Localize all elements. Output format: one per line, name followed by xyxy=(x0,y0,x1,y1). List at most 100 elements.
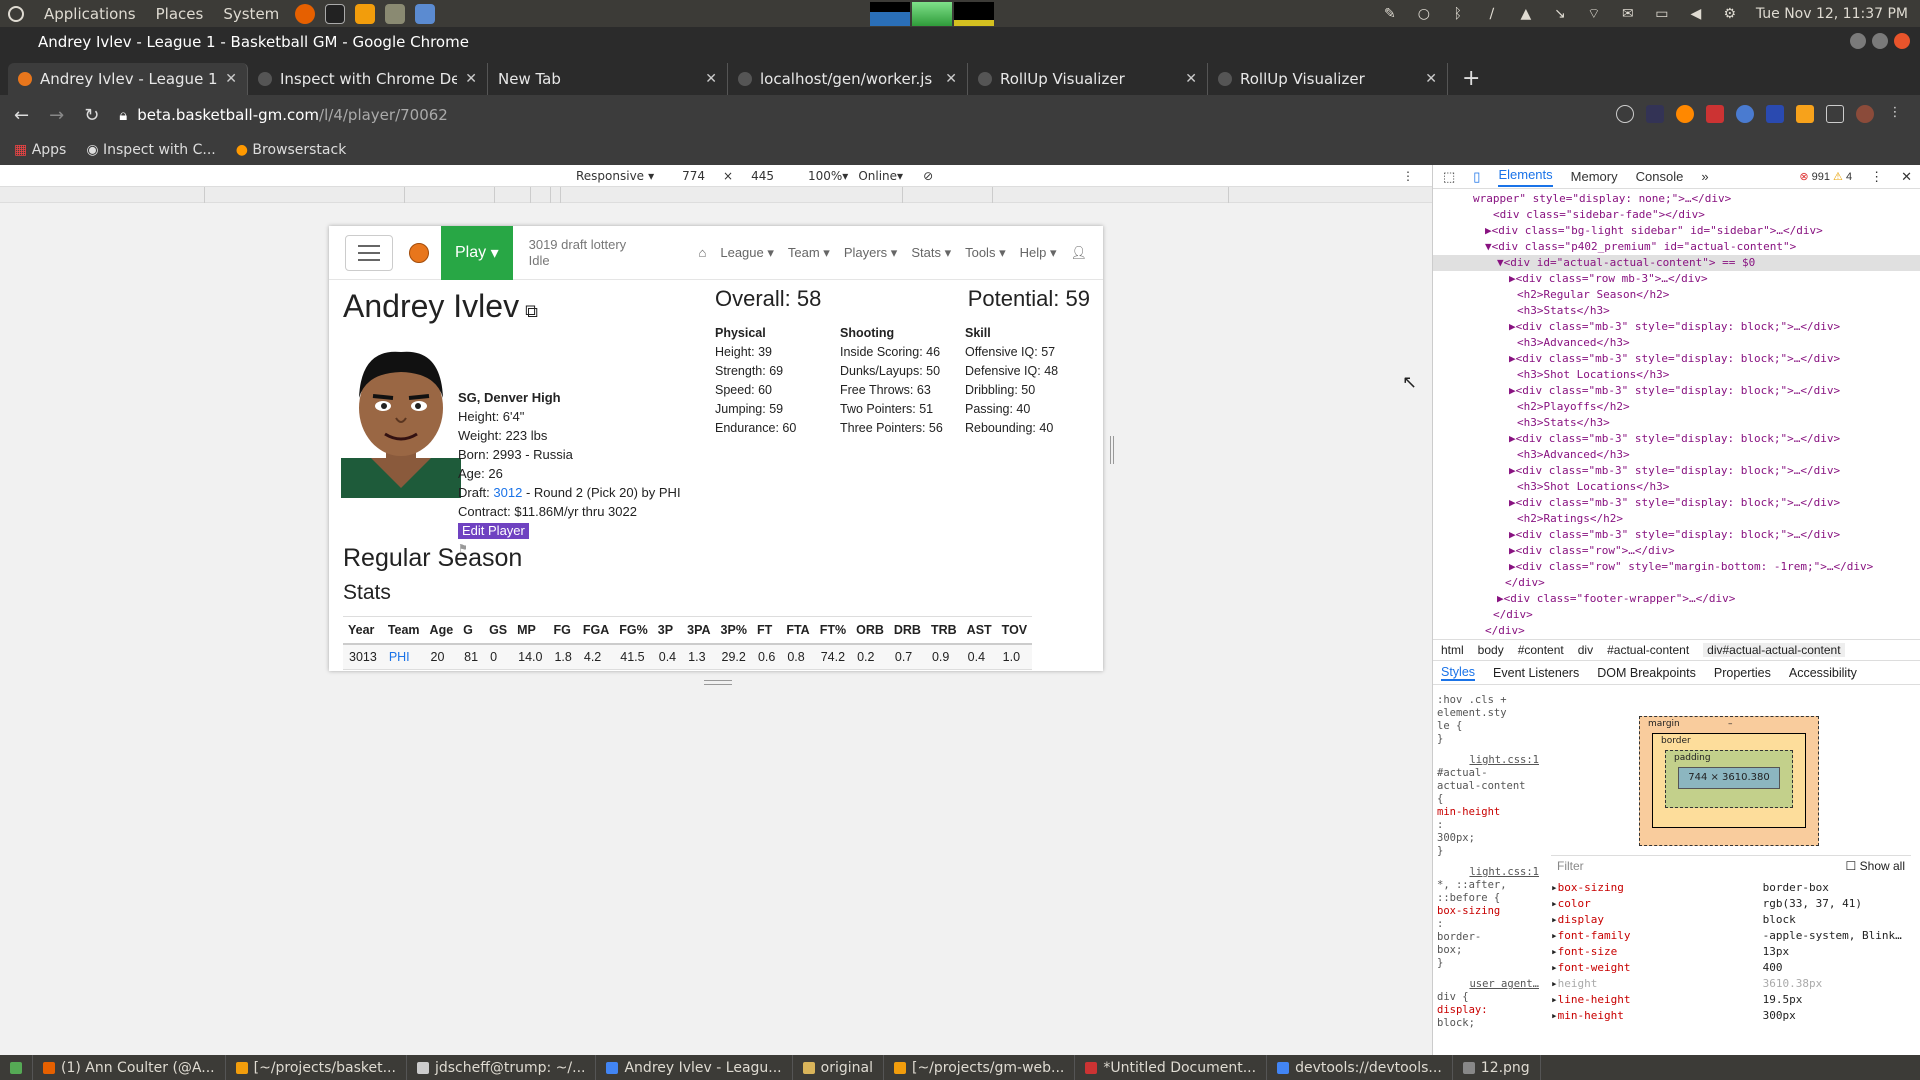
dom-node[interactable]: wrapper" style="display: none;">…</div> xyxy=(1433,191,1920,207)
computed-property-row[interactable]: ▸ display block xyxy=(1551,912,1911,928)
dom-node[interactable]: ▶<div class="mb-3" style="display: block… xyxy=(1433,319,1920,335)
nav-tools[interactable]: Tools ▾ xyxy=(965,245,1006,261)
show-all-checkbox[interactable]: ☐ Show all xyxy=(1846,859,1905,873)
taskbar-item[interactable]: jdscheff@trump: ~/... xyxy=(407,1055,597,1080)
dom-node[interactable]: <h3>Advanced</h3> xyxy=(1433,335,1920,351)
dom-node[interactable]: <h2>Regular Season</h2> xyxy=(1433,287,1920,303)
column-header[interactable]: FG% xyxy=(614,616,653,645)
dom-node[interactable]: ▶<div class="row">…</div> xyxy=(1433,543,1920,559)
dom-node[interactable]: <div class="sidebar-fade"></div> xyxy=(1433,207,1920,223)
close-tab-icon[interactable]: ✕ xyxy=(1185,71,1197,87)
taskbar-item[interactable]: [~/projects/basket... xyxy=(226,1055,407,1080)
taskbar-item[interactable]: original xyxy=(793,1055,884,1080)
firefox-launcher-icon[interactable] xyxy=(295,3,316,24)
settings-gear-icon[interactable]: ⚙ xyxy=(1722,6,1738,22)
close-tab-icon[interactable]: ✕ xyxy=(465,71,477,87)
column-header[interactable]: Team xyxy=(382,616,425,645)
computed-property-row[interactable]: ▸ color rgb(33, 37, 41) xyxy=(1551,896,1911,912)
styles-subtab[interactable]: Event Listeners xyxy=(1493,666,1579,680)
column-header[interactable]: ORB xyxy=(851,616,889,645)
new-tab-button[interactable]: + xyxy=(1448,66,1494,95)
column-header[interactable]: Age xyxy=(424,616,459,645)
reload-icon[interactable]: ↻ xyxy=(84,105,99,126)
dom-node[interactable]: <h2>Ratings</h2> xyxy=(1433,511,1920,527)
taskbar-item[interactable]: 12.png xyxy=(1453,1055,1541,1080)
dom-node[interactable]: <h3>Shot Locations</h3> xyxy=(1433,367,1920,383)
draft-year-link[interactable]: 3012 xyxy=(493,485,522,500)
dom-node[interactable]: <h3>Shot Locations</h3> xyxy=(1433,479,1920,495)
extension-icon[interactable] xyxy=(1646,105,1664,123)
dom-node[interactable]: ▶<div class="footer-wrapper">…</div> xyxy=(1433,591,1920,607)
tab-new-tab[interactable]: New Tab ✕ xyxy=(488,63,728,95)
inspect-element-icon[interactable]: ⬚ xyxy=(1443,169,1455,185)
mail-icon[interactable]: ✉ xyxy=(1620,6,1636,22)
resize-handle-bottom[interactable] xyxy=(704,680,732,685)
dom-node[interactable]: <h3>Stats</h3> xyxy=(1433,303,1920,319)
close-tab-icon[interactable]: ✕ xyxy=(705,71,717,87)
zoom-select[interactable]: 100% xyxy=(808,169,842,183)
maximize-button[interactable] xyxy=(1872,33,1888,49)
home-icon[interactable]: ⌂ xyxy=(699,245,707,260)
device-height-input[interactable]: 445 xyxy=(751,169,774,183)
styles-subtab[interactable]: Properties xyxy=(1714,666,1771,680)
computed-property-row[interactable]: ▸ height 3610.38px xyxy=(1551,976,1911,992)
dom-node[interactable]: ▶<div class="mb-3" style="display: block… xyxy=(1433,351,1920,367)
calendar-icon[interactable] xyxy=(1706,105,1724,123)
tab-memory[interactable]: Memory xyxy=(1571,169,1618,184)
nav-team[interactable]: Team ▾ xyxy=(788,245,830,261)
column-header[interactable]: TRB xyxy=(925,616,962,645)
extension-icon[interactable] xyxy=(1676,105,1694,123)
computed-property-row[interactable]: ▸ font-family -apple-system, Blink… xyxy=(1551,928,1911,944)
column-header[interactable]: G xyxy=(458,616,485,645)
applications-menu[interactable]: Applications xyxy=(44,5,136,23)
computed-property-row[interactable]: ▸ line-height 19.5px xyxy=(1551,992,1911,1008)
computed-property-row[interactable]: ▸ min-height 300px xyxy=(1551,1008,1911,1024)
arrow-icon[interactable]: ↘ xyxy=(1552,6,1568,22)
user-icon[interactable]: 👤︎ xyxy=(1070,245,1087,261)
taskbar-item[interactable]: [~/projects/gm-web... xyxy=(884,1055,1076,1080)
dom-node[interactable]: </div> xyxy=(1433,607,1920,623)
column-header[interactable]: GS xyxy=(484,616,513,645)
breadcrumb-item[interactable]: body xyxy=(1478,643,1504,657)
close-tab-icon[interactable]: ✕ xyxy=(225,71,237,87)
column-header[interactable]: DRB xyxy=(888,616,926,645)
hamburger-menu-icon[interactable] xyxy=(345,234,393,271)
dom-node[interactable]: </div> xyxy=(1433,575,1920,591)
styles-subtab[interactable]: Accessibility xyxy=(1789,666,1857,680)
minimize-button[interactable] xyxy=(1850,33,1866,49)
taskbar-item[interactable]: (1) Ann Coulter (@A... xyxy=(33,1055,226,1080)
responsive-select[interactable]: Responsive xyxy=(576,169,644,183)
column-header[interactable]: FT% xyxy=(814,616,852,645)
tab-inspect[interactable]: Inspect with Chrome Dev ✕ xyxy=(248,63,488,95)
device-toggle-icon[interactable]: ▯ xyxy=(1473,169,1480,185)
bluetooth-icon[interactable]: ᛒ xyxy=(1450,6,1466,22)
battery-icon[interactable]: ▭ xyxy=(1654,6,1670,22)
close-window-button[interactable] xyxy=(1894,33,1910,49)
computed-property-row[interactable]: ▸ font-weight 400 xyxy=(1551,960,1911,976)
column-header[interactable]: MP xyxy=(512,616,549,645)
column-header[interactable]: Year xyxy=(343,616,383,645)
extension-icon[interactable] xyxy=(1766,105,1784,123)
back-icon[interactable]: ← xyxy=(14,105,29,126)
dom-tree[interactable]: wrapper" style="display: none;">…</div> <… xyxy=(1433,189,1920,639)
dom-node[interactable]: </div> xyxy=(1433,623,1920,639)
dom-node[interactable]: <h2>Playoffs</h2> xyxy=(1433,399,1920,415)
breadcrumb-item[interactable]: #actual-content xyxy=(1607,643,1689,657)
device-width-input[interactable]: 774 xyxy=(682,169,705,183)
column-header[interactable]: TOV xyxy=(996,616,1033,645)
resize-handle-right[interactable] xyxy=(1110,436,1114,464)
close-tab-icon[interactable]: ✕ xyxy=(1425,71,1437,87)
places-menu[interactable]: Places xyxy=(156,5,204,23)
bookmark-browserstack[interactable]: ● Browserstack xyxy=(236,142,347,158)
tab-andrey-ivlev[interactable]: Andrey Ivlev - League 1 - B ✕ xyxy=(8,63,248,95)
dom-node[interactable]: ▶<div class="mb-3" style="display: block… xyxy=(1433,527,1920,543)
more-tabs-icon[interactable]: » xyxy=(1701,169,1708,184)
dom-node[interactable]: ▶<div class="bg-light sidebar" id="sideb… xyxy=(1433,223,1920,239)
dom-node[interactable]: ▶<div class="mb-3" style="display: block… xyxy=(1433,495,1920,511)
external-link-icon[interactable]: ⧉ xyxy=(525,301,538,321)
apps-bookmark[interactable]: ▦ Apps xyxy=(14,142,66,158)
extension-icon[interactable] xyxy=(1736,105,1754,123)
forward-icon[interactable]: → xyxy=(49,105,64,126)
taskbar-item[interactable]: Andrey Ivlev - Leagu... xyxy=(596,1055,793,1080)
wifi-icon[interactable]: ⌔ xyxy=(1586,6,1602,22)
